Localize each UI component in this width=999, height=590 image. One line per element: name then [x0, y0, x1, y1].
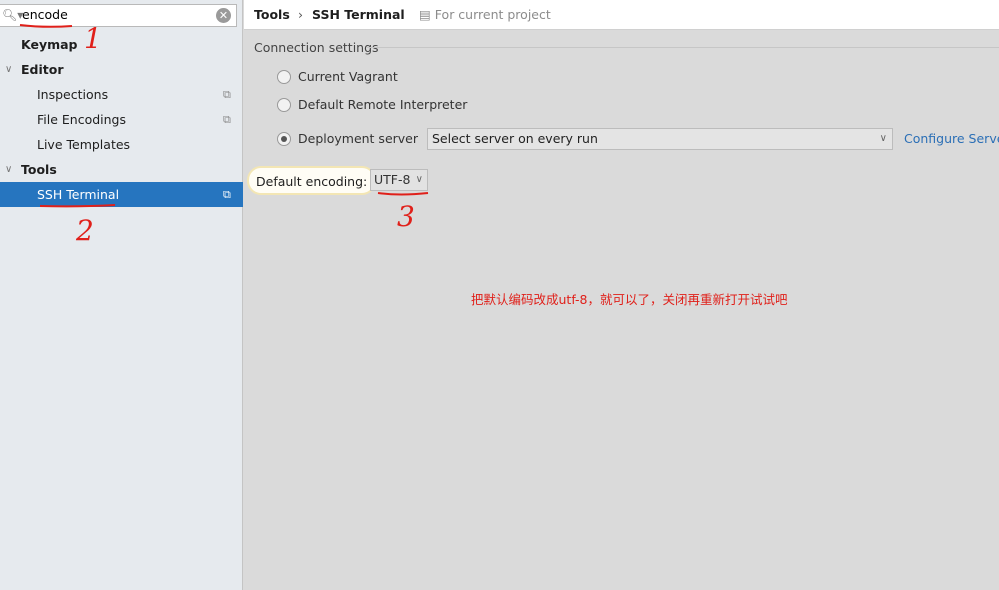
sidebar-item-label: SSH Terminal [37, 187, 120, 202]
radio-label: Deployment server [298, 131, 419, 146]
search-field[interactable]: 🔍︎▾ ✕ [0, 4, 237, 27]
sidebar-item-keymap[interactable]: Keymap [0, 32, 243, 57]
connection-settings-label: Connection settings [254, 40, 379, 55]
scope-label: ▤ For current project [419, 0, 551, 30]
sidebar-item-ssh-terminal[interactable]: SSH Terminal ⧉ [0, 182, 243, 207]
server-select-value: Select server on every run [432, 131, 598, 146]
sidebar-item-live-templates[interactable]: Live Templates [0, 132, 243, 157]
configure-servers-link[interactable]: Configure Servers [904, 131, 999, 146]
sidebar-item-label: Editor [21, 62, 64, 77]
sidebar-item-editor[interactable]: ∨ Editor [0, 57, 243, 82]
radio-label: Current Vagrant [298, 69, 398, 84]
sidebar-item-label: File Encodings [37, 112, 127, 127]
project-scope-icon: ▤ [419, 7, 435, 22]
annotation-marker-3: 3 [397, 200, 415, 233]
annotation-note: 把默认编码改成utf-8，就可以了，关闭再重新打开试试吧 [471, 292, 788, 307]
clear-icon[interactable]: ✕ [216, 8, 231, 23]
annotation-marker-2: 2 [76, 214, 94, 247]
breadcrumb-tools[interactable]: Tools [254, 0, 290, 30]
breadcrumb: Tools › SSH Terminal ▤ For current proje… [244, 0, 999, 30]
settings-sidebar: 🔍︎▾ ✕ Keymap ∨ Editor Inspections ⧉ File E… [0, 0, 243, 590]
radio-label: Default Remote Interpreter [298, 97, 468, 112]
server-select[interactable]: Select server on every run ∨ [427, 128, 893, 150]
sidebar-item-inspections[interactable]: Inspections ⧉ [0, 82, 243, 107]
sidebar-item-tools[interactable]: ∨ Tools [0, 157, 243, 182]
sidebar-item-label: Tools [21, 162, 57, 177]
project-scope-icon: ⧉ [223, 188, 231, 201]
chevron-down-icon[interactable]: ∨ [5, 57, 12, 82]
chevron-down-icon: ∨ [415, 174, 423, 185]
chevron-down-icon: ∨ [879, 133, 887, 144]
radio-button[interactable] [277, 132, 291, 146]
default-encoding-label: Default encoding: [247, 166, 377, 195]
scope-text: For current project [434, 7, 551, 22]
annotation-marker-1: 1 [84, 22, 102, 55]
project-scope-icon: ⧉ [223, 113, 231, 126]
divider [366, 47, 999, 48]
radio-button[interactable] [277, 98, 291, 112]
sidebar-item-label: Keymap [21, 37, 78, 52]
search-input[interactable] [22, 7, 212, 22]
chevron-down-icon[interactable]: ∨ [5, 157, 12, 182]
breadcrumb-ssh-terminal: SSH Terminal [312, 7, 405, 22]
sidebar-item-file-encodings[interactable]: File Encodings ⧉ [0, 107, 243, 132]
encoding-select[interactable]: UTF-8 ∨ [370, 169, 428, 191]
sidebar-item-label: Inspections [37, 87, 109, 102]
breadcrumb-separator: › [298, 7, 303, 22]
sidebar-item-label: Live Templates [37, 137, 131, 152]
encoding-value: UTF-8 [374, 172, 411, 187]
radio-button[interactable] [277, 70, 291, 84]
project-scope-icon: ⧉ [223, 88, 231, 101]
search-icon[interactable]: 🔍︎▾ [2, 8, 23, 22]
